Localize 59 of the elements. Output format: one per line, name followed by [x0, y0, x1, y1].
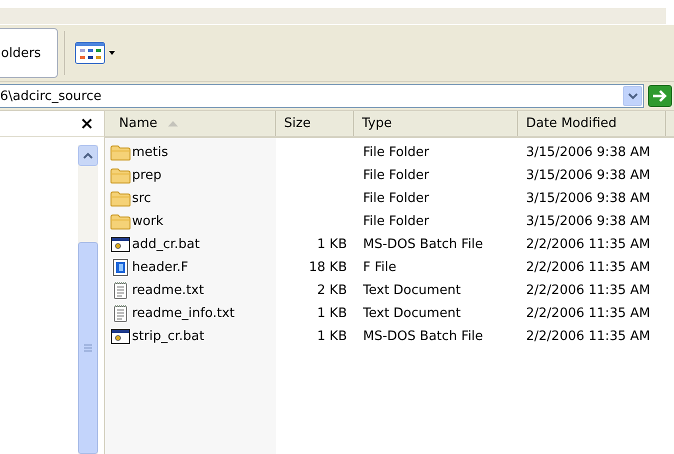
file-name[interactable]: strip_cr.bat	[132, 329, 204, 344]
file-size: 2 KB	[317, 283, 347, 298]
date-modified: 2/2/2006 11:35 AM	[526, 237, 650, 252]
scroll-up-button[interactable]	[78, 145, 98, 166]
column-header[interactable]: Size	[276, 111, 354, 136]
file-name[interactable]: metis	[132, 145, 168, 160]
chevron-down-icon	[628, 92, 638, 100]
views-icon	[75, 42, 105, 64]
file-type: File Folder	[363, 191, 430, 206]
column-header[interactable]: Name	[105, 111, 276, 136]
dropdown-button[interactable]	[623, 86, 642, 106]
file-size: 1 KB	[317, 329, 347, 344]
date-modified: 3/15/2006 9:38 AM	[526, 191, 650, 206]
batch-file-icon	[110, 328, 131, 345]
file-name[interactable]: src	[132, 191, 151, 206]
file-type: File Folder	[363, 145, 430, 160]
file-type: F File	[363, 260, 396, 275]
arrow-right-icon	[652, 89, 668, 103]
file-size: 1 KB	[317, 306, 347, 321]
date-modified: 2/2/2006 11:35 AM	[526, 306, 650, 321]
file-type: File Folder	[363, 168, 430, 183]
folder-icon	[110, 214, 131, 230]
file-type: MS-DOS Batch File	[363, 237, 484, 252]
close-button[interactable]: ×	[80, 111, 104, 136]
batch-file-icon	[110, 236, 131, 253]
folder-icon	[110, 168, 131, 184]
file-name[interactable]: readme_info.txt	[132, 306, 235, 321]
date-modified: 2/2/2006 11:35 AM	[526, 283, 650, 298]
folders-button[interactable]: olders	[0, 28, 58, 78]
date-modified: 3/15/2006 9:38 AM	[526, 145, 650, 160]
file-type: MS-DOS Batch File	[363, 329, 484, 344]
date-modified: 3/15/2006 9:38 AM	[526, 214, 650, 229]
column-header[interactable]: Type	[354, 111, 518, 136]
address-field[interactable]: 6\adcirc_source	[0, 84, 644, 108]
file-type: File Folder	[363, 214, 430, 229]
date-modified: 2/2/2006 11:35 AM	[526, 260, 650, 275]
file-name[interactable]: add_cr.bat	[132, 237, 200, 252]
views-button[interactable]	[75, 42, 116, 64]
go-button[interactable]	[648, 85, 672, 107]
scrollbar[interactable]	[78, 145, 98, 454]
file-name[interactable]: readme.txt	[132, 283, 204, 298]
date-modified: 3/15/2006 9:38 AM	[526, 168, 650, 183]
file-size: 18 KB	[308, 260, 347, 275]
chevron-up-icon	[83, 152, 93, 159]
file-type: Text Document	[363, 283, 461, 298]
sort-arrow-icon	[167, 120, 180, 127]
file-name[interactable]: header.F	[132, 260, 188, 275]
file-name[interactable]: prep	[132, 168, 162, 183]
date-modified: 2/2/2006 11:35 AM	[526, 329, 650, 344]
file-type: Text Document	[363, 306, 461, 321]
scroll-thumb[interactable]	[78, 242, 98, 454]
caret-icon	[108, 50, 116, 56]
file-size: 1 KB	[317, 237, 347, 252]
file-name[interactable]: work	[132, 214, 164, 229]
grip-icon	[84, 344, 92, 352]
file-icon	[110, 259, 131, 276]
folder-icon	[110, 144, 131, 160]
column-header[interactable]: Date Modified	[518, 111, 666, 136]
folder-icon	[110, 190, 131, 206]
